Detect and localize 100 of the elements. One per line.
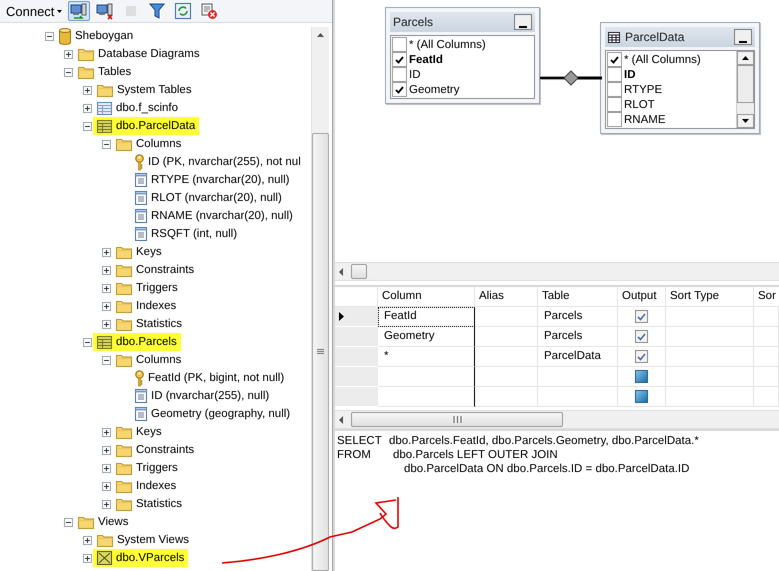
tree-item[interactable]: dbo.f_scinfo [116, 102, 178, 114]
vertical-scrollbar[interactable] [311, 27, 329, 571]
column-header[interactable]: Table [538, 287, 618, 307]
tree-item[interactable]: Columns [136, 354, 182, 366]
tree-item[interactable]: Database Diagrams [98, 48, 200, 60]
tree-item[interactable]: ID (PK, nvarchar(255), not nul [148, 156, 301, 168]
tree-item[interactable]: Triggers [136, 462, 178, 474]
table-cell[interactable] [378, 387, 475, 407]
vertical-scrollbar[interactable] [736, 51, 754, 128]
checkbox[interactable] [635, 370, 648, 383]
table-card[interactable]: Parcels * (All Columns) FeatId ID Geometry [385, 7, 540, 104]
table-cell[interactable]: * [378, 347, 475, 367]
minimize-button[interactable] [514, 14, 532, 30]
tree-item[interactable]: FeatId (PK, bigint, not null) [148, 372, 284, 384]
connect-button[interactable]: Connect [4, 4, 64, 18]
checkbox[interactable] [607, 97, 622, 112]
folder-icon [116, 480, 132, 492]
expand-toggle[interactable] [102, 464, 111, 472]
collapse-toggle[interactable] [64, 518, 73, 526]
table-cell[interactable]: Parcels [538, 327, 618, 347]
table-cell[interactable]: Geometry [378, 327, 475, 347]
tree-item[interactable]: Triggers [136, 282, 178, 294]
column-header[interactable]: Alias [475, 287, 538, 307]
tree-item[interactable]: ID (nvarchar(255), null) [151, 390, 270, 402]
collapse-toggle[interactable] [83, 338, 92, 346]
checkbox[interactable] [635, 390, 648, 403]
checkbox[interactable] [392, 52, 407, 67]
tree-item[interactable]: RLOT (nvarchar(20), null) [151, 192, 282, 204]
tree-item[interactable]: RNAME (nvarchar(20), null) [151, 210, 293, 222]
tree-item[interactable]: dbo.Parcels [116, 336, 177, 348]
checkmark-icon [637, 332, 646, 340]
expand-toggle[interactable] [102, 482, 111, 490]
expand-toggle[interactable] [102, 302, 111, 310]
minus-icon [85, 124, 90, 128]
horizontal-scrollbar[interactable] [335, 410, 779, 429]
expand-toggle[interactable] [83, 104, 92, 112]
tree-item[interactable]: Statistics [136, 318, 182, 330]
checkbox[interactable] [607, 52, 622, 67]
tree-item[interactable]: Constraints [136, 264, 194, 276]
tree-item[interactable]: RTYPE (nvarchar(20), null) [151, 174, 290, 186]
sql-editor[interactable]: SELECT dbo.Parcels.FeatId, dbo.Parcels.Geometry, dbo.ParcelData.* FROM dbo.Parcels LEFT OUTER JOIN dbo.ParcelData ON dbo.Parcels.ID = dbo.ParcelData.ID [335, 429, 779, 571]
checkbox[interactable] [392, 37, 407, 52]
tree-item[interactable]: Columns [136, 138, 182, 150]
toolbar-button[interactable] [68, 1, 90, 21]
tree-item[interactable]: Indexes [136, 300, 176, 312]
scroll-thumb[interactable] [737, 65, 754, 103]
tree-item[interactable]: Views [98, 516, 128, 528]
checkbox[interactable] [607, 112, 622, 127]
checkbox[interactable] [607, 82, 622, 97]
table-cell[interactable] [378, 367, 475, 387]
expand-toggle[interactable] [102, 248, 111, 256]
column-header[interactable]: Output [618, 287, 666, 307]
tree-item[interactable]: System Tables [117, 84, 192, 96]
checkbox[interactable] [607, 67, 622, 82]
expand-toggle[interactable] [102, 320, 111, 328]
horizontal-scrollbar[interactable] [335, 262, 779, 281]
tree-item[interactable]: dbo.ParcelData [116, 120, 196, 132]
collapse-toggle[interactable] [102, 140, 111, 148]
expand-toggle[interactable] [83, 554, 92, 562]
expand-toggle[interactable] [83, 86, 92, 94]
collapse-toggle[interactable] [45, 32, 54, 40]
tree-item[interactable]: Keys [136, 246, 162, 258]
checkbox[interactable] [635, 330, 648, 343]
folder-icon [78, 516, 94, 528]
row-header[interactable] [335, 307, 378, 327]
checkbox[interactable] [635, 350, 648, 363]
scroll-thumb[interactable] [351, 412, 563, 427]
folder-icon [116, 264, 132, 276]
table-cell[interactable]: FeatId [378, 307, 475, 327]
expand-toggle[interactable] [102, 446, 111, 454]
collapse-toggle[interactable] [102, 356, 111, 364]
tree-item[interactable]: Keys [136, 426, 162, 438]
checkbox[interactable] [635, 310, 648, 323]
column-header[interactable]: Column [378, 287, 475, 307]
table-cell[interactable]: Parcels [538, 307, 618, 327]
tree-item[interactable]: dbo.VParcels [116, 552, 184, 564]
table-icon [97, 120, 112, 132]
expand-toggle[interactable] [102, 284, 111, 292]
tree-item[interactable]: Tables [98, 66, 132, 78]
tree-item[interactable]: Indexes [136, 480, 176, 492]
table-card[interactable]: ParcelData * (All Columns) ID RTYPE RLOT RNAME [600, 22, 760, 134]
expand-toggle[interactable] [102, 266, 111, 274]
checkbox[interactable] [392, 67, 407, 82]
tree-item[interactable]: RSQFT (int, null) [151, 228, 238, 240]
tree-item[interactable]: Geometry (geography, null) [151, 408, 290, 420]
table-cell[interactable]: ParcelData [538, 347, 618, 367]
expand-toggle[interactable] [83, 536, 92, 544]
minimize-button[interactable] [734, 29, 752, 45]
checkbox[interactable] [392, 82, 407, 97]
tree-item[interactable]: Statistics [136, 498, 182, 510]
expand-toggle[interactable] [102, 500, 111, 508]
tree-item[interactable]: Constraints [136, 444, 194, 456]
collapse-toggle[interactable] [64, 68, 73, 76]
collapse-toggle[interactable] [83, 122, 92, 130]
expand-toggle[interactable] [64, 50, 73, 58]
scroll-thumb[interactable] [351, 264, 367, 279]
column-header[interactable]: Sort Type [666, 287, 754, 307]
tree-item[interactable]: Sheboygan [75, 30, 134, 42]
expand-toggle[interactable] [102, 428, 111, 436]
tree-item[interactable]: System Views [117, 534, 190, 546]
